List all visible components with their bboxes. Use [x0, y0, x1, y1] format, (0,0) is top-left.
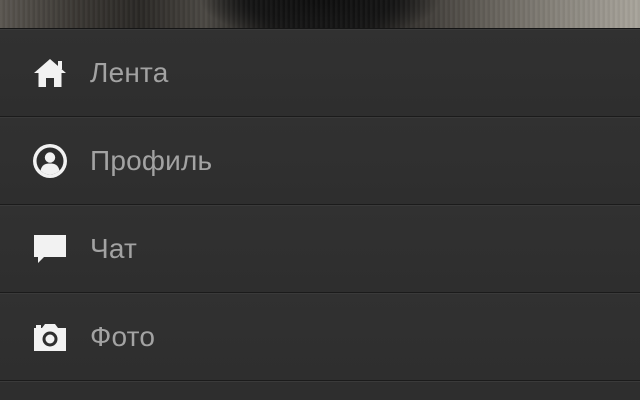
menu-item-photo[interactable]: Фото	[0, 293, 640, 381]
chat-icon	[31, 230, 69, 268]
menu-item-label: Лента	[90, 57, 169, 88]
menu-item-label: Профиль	[90, 145, 213, 176]
menu-item-label: Фото	[90, 321, 156, 352]
side-menu-screen: Лента Профиль Чат Фото	[0, 0, 640, 400]
side-menu: Лента Профиль Чат Фото	[0, 29, 640, 381]
home-icon	[31, 54, 69, 92]
menu-item-chat[interactable]: Чат	[0, 205, 640, 293]
menu-item-feed[interactable]: Лента	[0, 29, 640, 117]
menu-item-label: Чат	[90, 233, 138, 264]
menu-item-profile[interactable]: Профиль	[0, 117, 640, 205]
menu-item-partial[interactable]	[0, 381, 640, 400]
camera-icon	[31, 318, 69, 356]
profile-icon	[31, 142, 69, 180]
cover-photo	[0, 0, 640, 29]
